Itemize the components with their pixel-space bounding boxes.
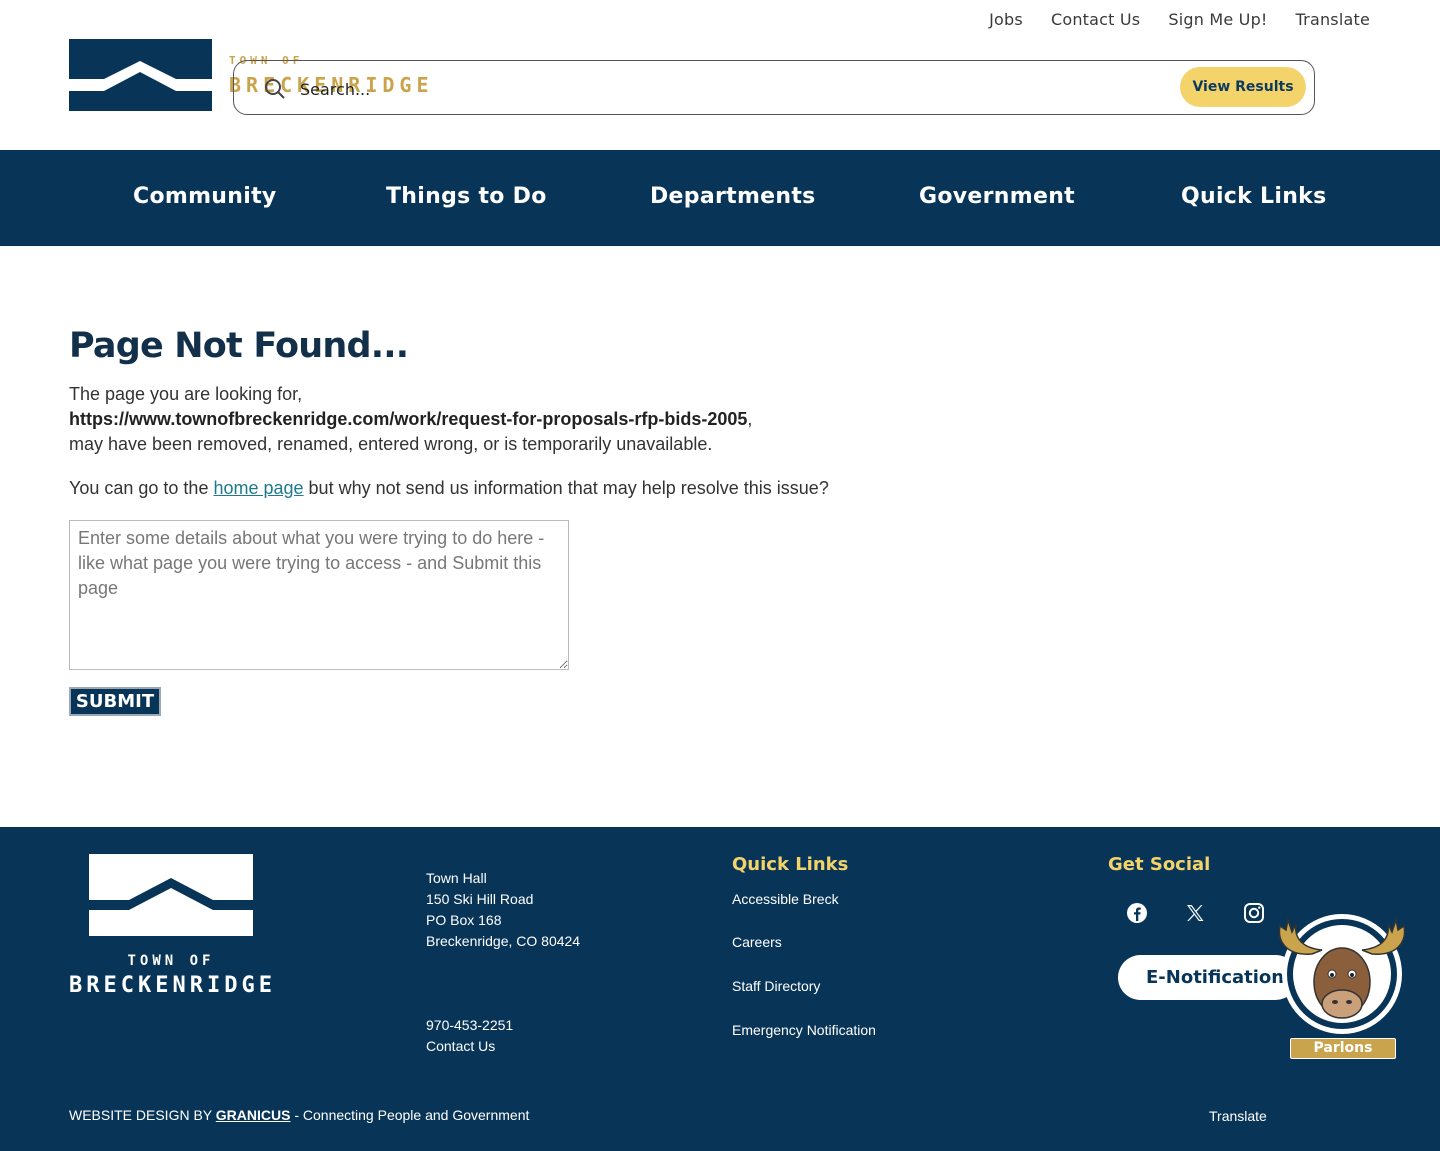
help-message: You can go to the home page but why not … [69, 476, 969, 501]
quick-link-staff-directory[interactable]: Staff Directory [732, 978, 820, 994]
main-nav: Community Things to Do Departments Gover… [0, 150, 1440, 246]
nav-community[interactable]: Community [133, 184, 277, 209]
footer-contact-us-link[interactable]: Contact Us [426, 1036, 513, 1057]
nav-government[interactable]: Government [919, 184, 1075, 209]
url-suffix: , [747, 409, 753, 429]
address-line: Town Hall [426, 870, 487, 886]
footer-logo-mountain-icon [89, 854, 253, 936]
website-credit: WEBSITE DESIGN BY GRANICUS - Connecting … [69, 1107, 529, 1123]
main-content: Page Not Found... The page you are looki… [69, 326, 969, 716]
mascot-label[interactable]: Parlons [1290, 1038, 1396, 1059]
footer-translate-link[interactable]: Translate [1209, 1108, 1267, 1124]
get-social-title: Get Social [1108, 854, 1211, 875]
sign-me-up-link[interactable]: Sign Me Up! [1168, 10, 1267, 29]
credit-prefix: WEBSITE DESIGN BY [69, 1107, 216, 1123]
search-icon [265, 79, 285, 99]
jobs-link[interactable]: Jobs [989, 10, 1023, 29]
e-notifications-button[interactable]: E-Notifications [1118, 955, 1298, 1000]
footer-logo-town-name: BRECKENRIDGE [69, 973, 276, 998]
footer-contact: 970-453-2251 Contact Us [426, 1015, 513, 1057]
nav-quick-links[interactable]: Quick Links [1181, 184, 1326, 209]
goto-suffix: but why not send us information that may… [303, 478, 829, 498]
address-line: PO Box 168 [426, 912, 502, 928]
phone-link[interactable]: 970-453-2251 [426, 1015, 513, 1036]
quick-link-accessible-breck[interactable]: Accessible Breck [732, 891, 839, 907]
search-input[interactable] [300, 75, 1160, 103]
footer: TOWN OF BRECKENRIDGE Town Hall 150 Ski H… [0, 827, 1440, 1151]
footer-logo-town-of: TOWN OF [127, 953, 215, 969]
footer-address: Town Hall 150 Ski Hill Road PO Box 168 B… [426, 868, 580, 952]
granicus-link[interactable]: GRANICUS [216, 1107, 291, 1123]
missing-url: https://www.townofbreckenridge.com/work/… [69, 409, 748, 429]
contact-us-link[interactable]: Contact Us [1051, 10, 1140, 29]
utility-nav: Jobs Contact Us Sign Me Up! Translate [989, 10, 1370, 29]
translate-link[interactable]: Translate [1296, 10, 1370, 29]
view-results-button[interactable]: View Results [1180, 67, 1306, 107]
submit-button[interactable]: SUBMIT [69, 687, 161, 716]
nav-things-to-do[interactable]: Things to Do [386, 184, 547, 209]
details-textarea[interactable] [69, 520, 569, 670]
quick-link-careers[interactable]: Careers [732, 934, 782, 950]
quick-link-emergency-notification[interactable]: Emergency Notification [732, 1022, 876, 1038]
footer-quick-links-title: Quick Links [732, 854, 849, 875]
intro-text: The page you are looking for, [69, 384, 303, 404]
goto-prefix: You can go to the [69, 478, 214, 498]
reason-text: may have been removed, renamed, entered … [69, 434, 713, 454]
credit-suffix: - Connecting People and Government [290, 1107, 530, 1123]
not-found-message: The page you are looking for, https://ww… [69, 382, 969, 457]
search-bar: View Results [233, 60, 1315, 115]
logo-mountain-icon [69, 39, 212, 111]
nav-departments[interactable]: Departments [650, 184, 816, 209]
home-page-link[interactable]: home page [213, 478, 303, 498]
address-line: 150 Ski Hill Road [426, 891, 534, 907]
page-title: Page Not Found... [69, 326, 409, 366]
address-line: Breckenridge, CO 80424 [426, 933, 581, 949]
